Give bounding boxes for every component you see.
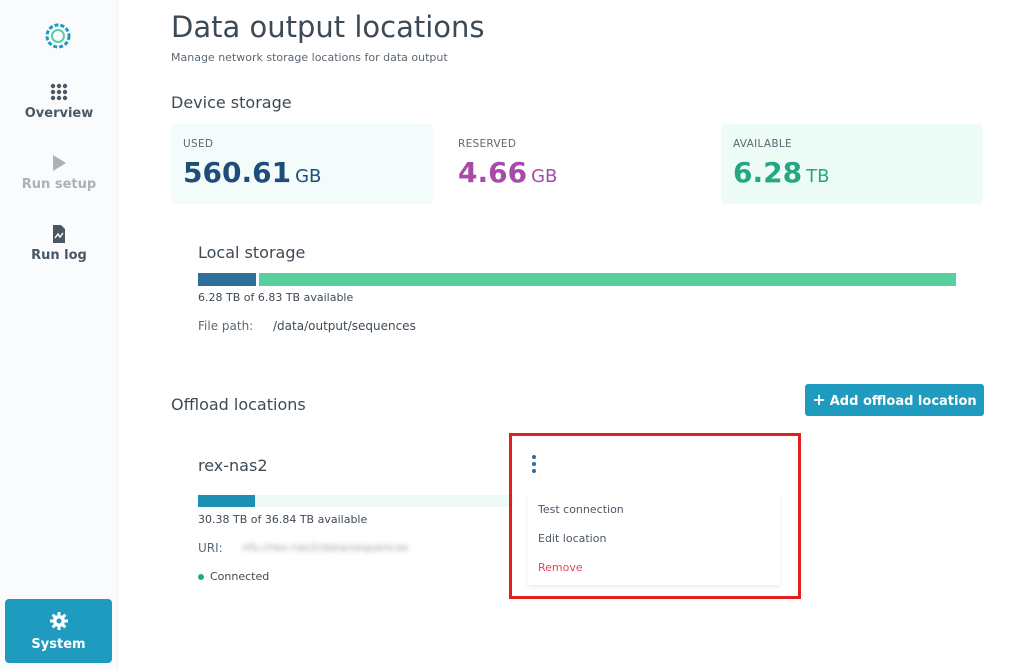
local-storage-available-text: 6.28 TB of 6.83 TB available xyxy=(198,291,354,304)
page-subtitle: Manage network storage locations for dat… xyxy=(171,51,448,64)
document-icon xyxy=(53,225,65,243)
kebab-menu-icon[interactable] xyxy=(530,455,538,475)
plus-icon: + xyxy=(812,390,826,409)
stat-unit: GB xyxy=(295,166,322,187)
app-logo-icon xyxy=(45,23,71,49)
stat-unit: GB xyxy=(531,166,558,187)
offload-available-text: 30.38 TB of 36.84 TB available xyxy=(198,513,368,526)
status-dot-icon xyxy=(198,574,204,580)
grid-icon xyxy=(50,83,68,101)
stat-value: 4.66 GB xyxy=(458,156,696,189)
play-icon xyxy=(53,155,66,171)
stat-number: 4.66 xyxy=(458,156,528,189)
stat-label: RESERVED xyxy=(458,138,517,150)
local-storage-title: Local storage xyxy=(198,243,306,262)
file-path-value: /data/output/sequences xyxy=(273,319,416,333)
button-label: Add offload location xyxy=(829,394,977,409)
menu-item-remove[interactable]: Remove xyxy=(538,561,583,574)
stat-card-reserved: RESERVED 4.66 GB xyxy=(446,124,708,204)
local-storage-bar xyxy=(198,273,956,286)
status-text: Connected xyxy=(210,570,270,583)
sidebar-item-label: Overview xyxy=(24,106,94,121)
menu-item-test-connection[interactable]: Test connection xyxy=(538,503,624,516)
sidebar-item-system[interactable]: System xyxy=(5,599,112,663)
uri-value: nfs://rex-nas2/data/sequences xyxy=(242,541,409,554)
offload-location-name: rex-nas2 xyxy=(198,456,268,475)
stat-card-used: USED 560.61 GB xyxy=(171,124,433,204)
sidebar: Overview Run setup Run log System xyxy=(0,0,118,669)
connection-status: Connected xyxy=(198,570,269,583)
sidebar-item-overview[interactable]: Overview xyxy=(0,82,118,121)
location-actions-menu: Test connection Edit location Remove xyxy=(528,493,780,585)
stat-value: 6.28 TB xyxy=(733,156,971,189)
stat-number: 6.28 xyxy=(733,156,803,189)
stat-label: USED xyxy=(183,138,214,150)
local-storage-used-fill xyxy=(198,273,259,286)
file-path-label: File path: xyxy=(198,319,254,333)
uri-label: URI: xyxy=(198,541,223,555)
section-title-device-storage: Device storage xyxy=(171,93,292,112)
stat-number: 560.61 xyxy=(183,156,292,189)
sidebar-item-label: Run setup xyxy=(21,177,97,192)
sidebar-item-label: System xyxy=(31,637,86,652)
gear-icon xyxy=(49,612,68,630)
sidebar-item-label: Run log xyxy=(31,248,87,263)
sidebar-item-run-log[interactable]: Run log xyxy=(0,224,118,263)
offload-storage-bar xyxy=(198,495,513,507)
offload-storage-used-fill xyxy=(198,495,255,507)
add-offload-location-button[interactable]: + Add offload location xyxy=(805,384,984,416)
sidebar-item-run-setup[interactable]: Run setup xyxy=(0,153,118,192)
page-title: Data output locations xyxy=(171,10,485,44)
stat-value: 560.61 GB xyxy=(183,156,421,189)
section-title-offload-locations: Offload locations xyxy=(171,395,306,414)
stat-unit: TB xyxy=(806,166,830,187)
stat-card-available: AVAILABLE 6.28 TB xyxy=(721,124,983,204)
menu-item-edit-location[interactable]: Edit location xyxy=(538,532,606,545)
stat-label: AVAILABLE xyxy=(733,138,792,150)
